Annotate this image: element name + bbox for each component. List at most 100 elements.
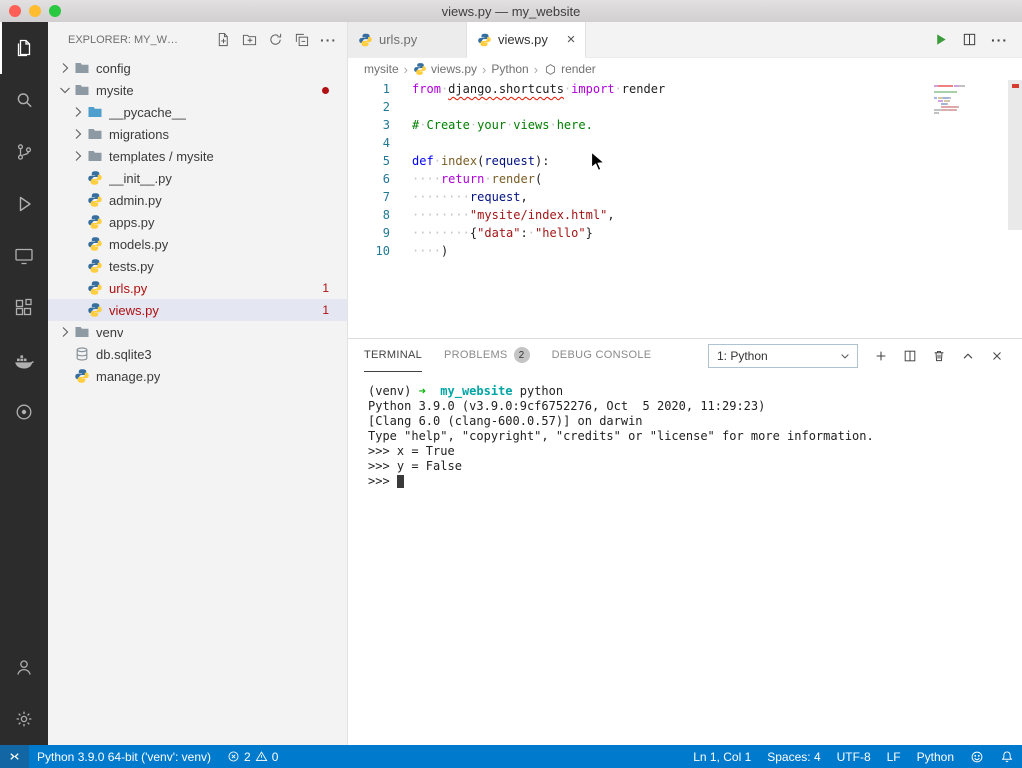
feedback-button[interactable] [962,745,992,768]
chevron-right-icon[interactable] [69,148,87,164]
language-mode[interactable]: Python [909,745,962,768]
code-line-2[interactable]: 2 [348,98,1022,116]
python-file-icon [87,214,103,230]
python-interpreter-status[interactable]: Python 3.9.0 64-bit ('venv': venv) [29,745,219,768]
tree-item-init-py[interactable]: __init__.py [48,167,347,189]
minimize-window-button[interactable] [29,5,41,17]
terminal-line: (venv) ➜ my_website python [368,384,1022,399]
chevron-down-icon[interactable] [57,81,73,99]
tree-item-urls-py[interactable]: urls.py1 [48,277,347,299]
tree-item-apps-py[interactable]: apps.py [48,211,347,233]
chevron-right-icon[interactable] [69,126,87,142]
close-window-button[interactable] [9,5,21,17]
tree-item-mysite[interactable]: mysite [48,79,347,101]
tree-item-views-py[interactable]: views.py1 [48,299,347,321]
new-terminal-button[interactable] [874,349,888,363]
activitybar-manage[interactable] [0,693,48,745]
activitybar-run-and-debug[interactable] [0,178,48,230]
remote-indicator[interactable] [0,745,29,768]
code-token: return [441,172,484,186]
code-line-7[interactable]: 7········request, [348,188,1022,206]
split-terminal-button[interactable] [903,349,917,363]
breadcrumb-views-py[interactable]: views.py [413,62,477,76]
line-number: 1 [348,80,390,98]
tree-item-templates-mysite[interactable]: templates / mysite [48,145,347,167]
activitybar-source-control[interactable] [0,126,48,178]
code-line-3[interactable]: 3#·Create·your·views·here. [348,116,1022,134]
tab-urls-py[interactable]: urls.py [348,22,467,57]
bottom-panel: TERMINAL PROBLEMS2 DEBUG CONSOLE 1: Python… [348,338,1022,745]
editor-code-area[interactable]: 1from·django.shortcuts·import·render23#·… [348,80,1022,338]
tree-item-pycache[interactable]: __pycache__ [48,101,347,123]
terminal-text: my_website [440,384,512,398]
line-number: 8 [348,206,390,224]
activitybar-live-share[interactable] [0,386,48,438]
code-line-8[interactable]: 8········"mysite/index.html", [348,206,1022,224]
code-line-1[interactable]: 1from·django.shortcuts·import·render [348,80,1022,98]
refresh-button[interactable] [268,32,283,47]
breadcrumb-python[interactable]: Python [491,62,528,76]
tree-item-config[interactable]: config [48,57,347,79]
code-line-10[interactable]: 10····) [348,242,1022,260]
breadcrumb-mysite[interactable]: mysite [364,62,399,76]
tree-item-db-sqlite3[interactable]: db.sqlite3 [48,343,347,365]
code-token: , [607,208,614,222]
run-button[interactable] [933,32,948,47]
activitybar-docker[interactable] [0,334,48,386]
tree-item-admin-py[interactable]: admin.py [48,189,347,211]
code-line-5[interactable]: 5def·index(request): [348,152,1022,170]
cursor-position[interactable]: Ln 1, Col 1 [685,745,759,768]
chevron-right-icon[interactable] [56,324,74,340]
folder-icon [74,324,90,340]
activitybar-remote-explorer[interactable] [0,230,48,282]
more-button[interactable]: ··· [320,35,337,45]
tree-item-tests-py[interactable]: tests.py [48,255,347,277]
split-editor-button[interactable] [962,32,977,47]
indentation[interactable]: Spaces: 4 [759,745,828,768]
minimap[interactable] [934,85,1004,115]
terminal-output[interactable]: (venv) ➜ my_website pythonPython 3.9.0 (… [348,372,1022,745]
file-name: manage.py [96,369,160,384]
tree-item-manage-py[interactable]: manage.py [48,365,347,387]
new-folder-button[interactable] [242,32,257,47]
line-content: #·Create·your·views·here. [412,116,593,134]
collapse-all-button[interactable] [294,32,309,47]
tree-item-migrations[interactable]: migrations [48,123,347,145]
code-line-4[interactable]: 4 [348,134,1022,152]
code-line-6[interactable]: 6····return·render( [348,170,1022,188]
encoding[interactable]: UTF-8 [829,745,879,768]
editor-scrollbar[interactable] [1008,80,1022,230]
activitybar-extensions[interactable] [0,282,48,334]
chevron-right-icon[interactable] [69,104,87,120]
breadcrumb-render[interactable]: render [543,62,596,76]
tab-views-py[interactable]: views.py× [467,22,586,58]
activitybar-explorer[interactable] [0,22,48,74]
activitybar-accounts[interactable] [0,641,48,693]
tree-item-models-py[interactable]: models.py [48,233,347,255]
chevron-right-icon[interactable] [56,60,74,76]
zoom-window-button[interactable] [49,5,61,17]
new-file-button[interactable] [216,32,231,47]
panel-tab-terminal[interactable]: TERMINAL [364,339,422,372]
close-panel-button[interactable] [990,349,1004,363]
tree-item-venv[interactable]: venv [48,321,347,343]
minimap-line [934,91,1004,93]
file-name: migrations [109,127,169,142]
eol[interactable]: LF [879,745,909,768]
terminal-selector-dropdown[interactable]: 1: Python [708,344,858,368]
file-name: db.sqlite3 [96,347,152,362]
panel-tab-problems[interactable]: PROBLEMS2 [444,339,530,372]
close-tab-icon[interactable]: × [563,31,579,48]
kill-terminal-button[interactable] [932,349,946,363]
notifications-bell-button[interactable] [992,745,1022,768]
activitybar-search[interactable] [0,74,48,126]
more-button[interactable]: ··· [991,35,1008,45]
python-file-icon [477,32,492,47]
problems-status[interactable]: 2 0 [219,745,286,768]
panel-tab-label: PROBLEMS [444,349,508,361]
python-file-icon [87,258,103,274]
breadcrumb-separator: › [482,62,486,77]
code-line-9[interactable]: 9········{"data":·"hello"} [348,224,1022,242]
panel-tab-debug-console[interactable]: DEBUG CONSOLE [552,339,652,372]
maximize-panel-button[interactable] [961,349,975,363]
